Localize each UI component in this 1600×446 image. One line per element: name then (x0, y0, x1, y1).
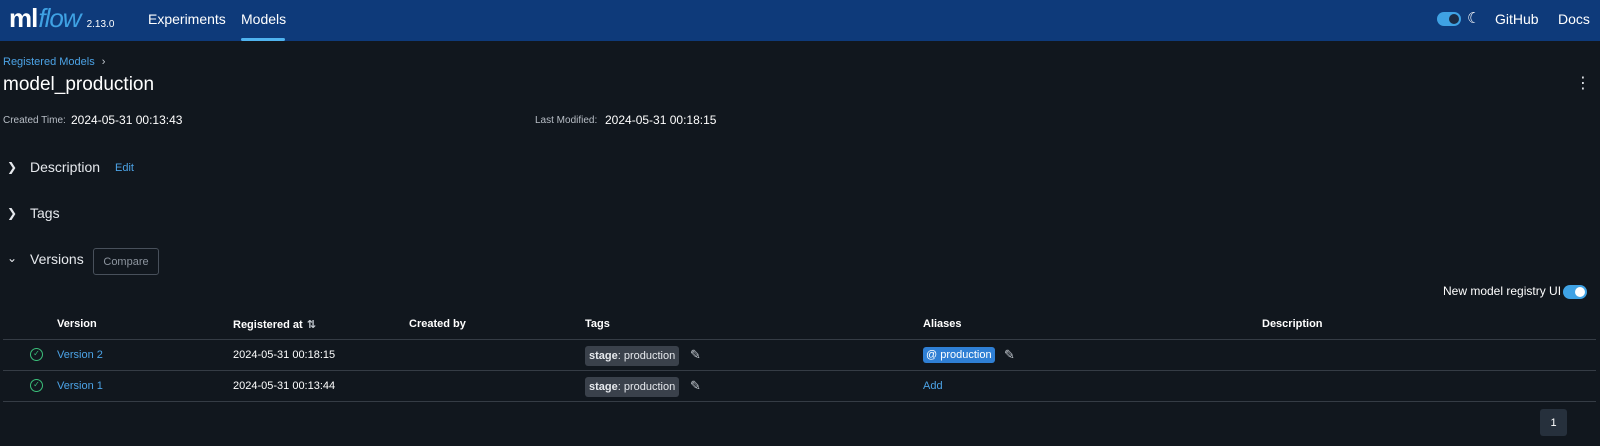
new-registry-ui-label: New model registry UI (1443, 284, 1562, 298)
column-header-registered-at-label: Registered at (233, 318, 303, 331)
nav-experiments[interactable]: Experiments (148, 11, 226, 27)
compare-button[interactable]: Compare (93, 248, 159, 275)
breadcrumb-registered-models[interactable]: Registered Models (3, 56, 95, 68)
logo-ml-text: ml (9, 3, 38, 33)
dark-mode-toggle[interactable] (1437, 12, 1461, 26)
pagination-page-button[interactable]: 1 (1540, 409, 1567, 436)
tag-value: : production (617, 381, 676, 393)
table-row: ✓ Version 2 2024-05-31 00:18:15 stage: p… (0, 340, 1600, 371)
new-registry-ui-toggle[interactable] (1563, 285, 1587, 299)
edit-aliases-pencil-icon[interactable]: ✎ (1004, 347, 1015, 363)
nav-docs[interactable]: Docs (1558, 11, 1590, 27)
chevron-right-icon[interactable]: ❯ (7, 160, 19, 174)
edit-tags-pencil-icon[interactable]: ✎ (690, 347, 701, 363)
moon-icon: ☾ (1467, 10, 1481, 27)
tag-key: stage (589, 350, 618, 362)
section-versions-title[interactable]: Versions (30, 251, 84, 267)
created-time-label: Created Time: (3, 115, 66, 126)
add-alias-link[interactable]: Add (923, 380, 943, 392)
table-row: ✓ Version 1 2024-05-31 00:13:44 stage: p… (0, 371, 1600, 402)
mlflow-logo[interactable]: ml flow 2.13.0 (9, 3, 114, 34)
column-header-registered-at[interactable]: Registered at ⇅ (233, 318, 316, 332)
tag-chip: stage: production (585, 346, 680, 366)
edit-tags-pencil-icon[interactable]: ✎ (690, 378, 701, 394)
breadcrumb: Registered Models › (3, 56, 105, 68)
status-ready-check-icon: ✓ (30, 379, 43, 392)
logo-flow-text: flow (38, 3, 81, 33)
last-modified-value: 2024-05-31 00:18:15 (605, 113, 717, 127)
tag-chip: stage: production (585, 377, 680, 397)
created-time-value: 2024-05-31 00:13:43 (71, 113, 183, 127)
column-header-version: Version (57, 318, 97, 330)
section-tags-title[interactable]: Tags (30, 205, 60, 221)
active-nav-indicator (241, 38, 285, 41)
chevron-down-icon[interactable]: ⌄ (7, 251, 19, 265)
column-header-description: Description (1262, 318, 1323, 330)
sort-icon[interactable]: ⇅ (307, 318, 316, 331)
column-header-created-by: Created by (409, 318, 466, 330)
top-navbar: ml flow 2.13.0 Experiments Models ☾ GitH… (0, 0, 1600, 41)
breadcrumb-separator: › (101, 56, 106, 68)
tag-key: stage (589, 381, 618, 393)
page-title: model_production (3, 74, 155, 95)
tag-value: : production (617, 350, 676, 362)
column-header-tags: Tags (585, 318, 610, 330)
registered-at-cell: 2024-05-31 00:13:44 (233, 380, 336, 392)
nav-models[interactable]: Models (241, 11, 286, 27)
chevron-right-icon[interactable]: ❯ (7, 206, 19, 220)
last-modified-label: Last Modified: (535, 115, 598, 126)
registered-at-cell: 2024-05-31 00:18:15 (233, 349, 336, 361)
edit-description-link[interactable]: Edit (115, 162, 134, 174)
alias-chip: @ production (923, 347, 995, 363)
section-description-title[interactable]: Description (30, 159, 100, 175)
kebab-menu-icon[interactable]: ⋮ (1575, 76, 1591, 92)
status-ready-check-icon: ✓ (30, 348, 43, 361)
version-link[interactable]: Version 2 (57, 349, 103, 361)
version-link[interactable]: Version 1 (57, 380, 103, 392)
table-divider (3, 401, 1596, 402)
version-label: 2.13.0 (86, 19, 115, 30)
nav-github[interactable]: GitHub (1495, 11, 1539, 27)
column-header-aliases: Aliases (923, 318, 962, 330)
